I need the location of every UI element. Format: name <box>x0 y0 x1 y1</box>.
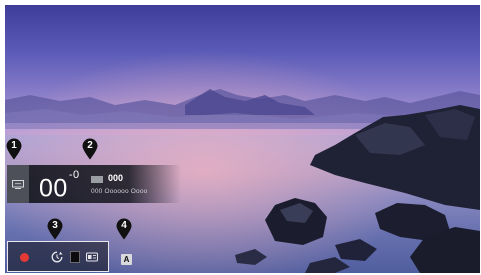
time-seconds: -0 <box>68 169 80 181</box>
record-dot <box>19 252 29 262</box>
tv-screen <box>5 5 480 273</box>
quick-toolbar <box>7 241 109 272</box>
tv-icon <box>12 180 24 189</box>
callout-1: 1 <box>6 138 22 160</box>
channel-list-icon[interactable] <box>70 251 80 263</box>
accessibility-icon[interactable]: A <box>121 254 132 265</box>
program-thumbnail <box>91 176 103 183</box>
record-icon[interactable] <box>18 251 30 263</box>
time-main: 00 <box>39 174 68 203</box>
program-title: 000 <box>108 173 124 183</box>
callout-2-label: 2 <box>87 140 93 151</box>
callout-3: 3 <box>47 218 63 240</box>
timeshift-icon[interactable] <box>51 251 63 263</box>
channel-info-bar: 00-0 000 000 Oooooo Oooo <box>7 165 181 203</box>
callout-1-label: 1 <box>11 140 17 151</box>
background-landscape <box>5 5 480 273</box>
callout-4-label: 4 <box>121 220 127 231</box>
channel-icon-box[interactable] <box>7 165 29 203</box>
program-subtitle: 000 Oooooo Oooo <box>91 188 148 195</box>
callout-4: 4 <box>116 218 132 240</box>
guide-icon[interactable] <box>86 251 98 263</box>
callout-3-label: 3 <box>52 220 58 231</box>
callout-2: 2 <box>82 138 98 160</box>
current-time: 00-0 <box>39 169 80 203</box>
